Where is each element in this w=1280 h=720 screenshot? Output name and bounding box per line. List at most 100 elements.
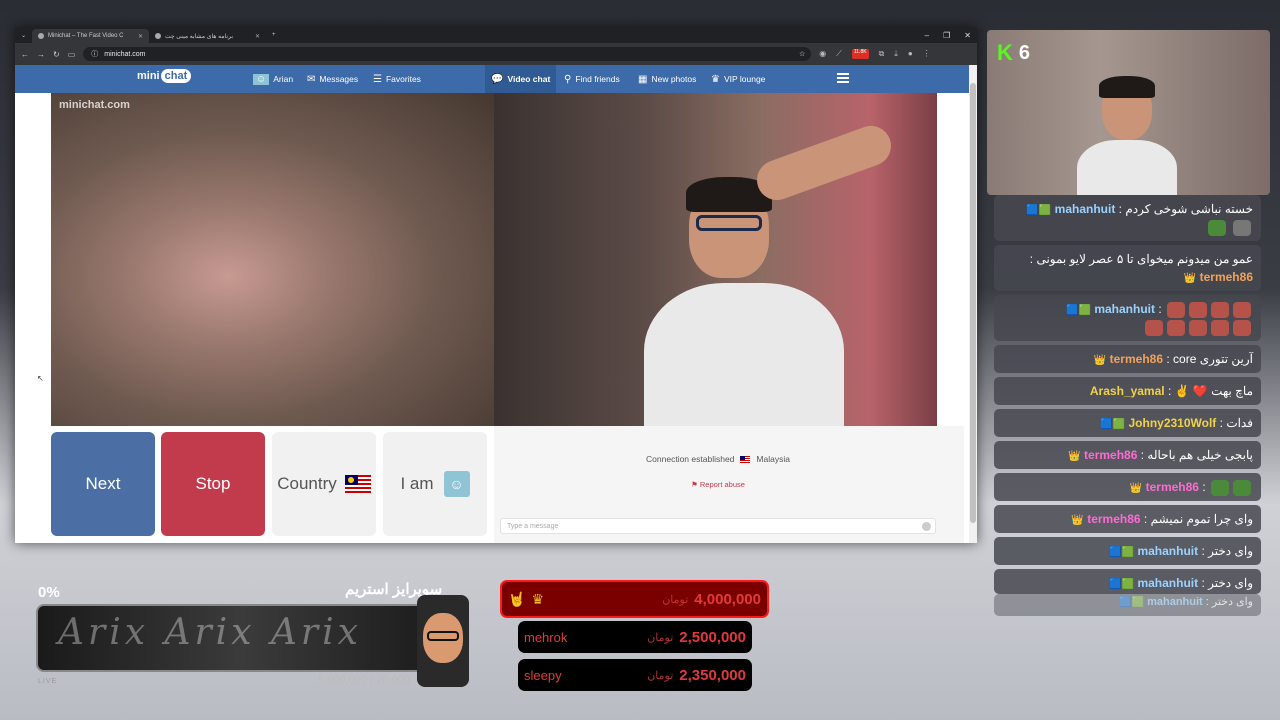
split-icon[interactable]: ▭ <box>68 50 76 59</box>
chat-text: ماچ بهت ❤️ ✌️ <box>1174 384 1253 398</box>
extension-badge[interactable]: 11.8K <box>851 49 869 59</box>
close-window-icon[interactable]: ✕ <box>964 31 971 40</box>
country-button[interactable]: Country <box>272 432 376 536</box>
scroll-thumb[interactable] <box>970 83 976 523</box>
country-label: Country <box>277 474 337 493</box>
crown-badge-icon: 👑 <box>1129 483 1143 494</box>
chat-message: وای دختر : mahanhuit 🟦🟩 <box>994 537 1261 565</box>
chat-username: termeh86 <box>1145 480 1199 494</box>
nav-find-friends[interactable]: ⚲ Find friends <box>564 65 620 93</box>
chat-text: وای دختر <box>1208 544 1253 558</box>
emote-icon <box>1211 301 1229 318</box>
emote-icon <box>1211 479 1229 496</box>
tab-label: Minichat – The Fast Video C <box>48 33 124 39</box>
connection-country: Malaysia <box>756 454 790 464</box>
donor-name: sleepy <box>524 667 562 683</box>
nav-user-profile[interactable]: ☺ Arian <box>253 65 293 93</box>
donor-currency: تومان <box>647 669 674 682</box>
donor-amount: 4,000,000 <box>694 590 761 608</box>
emote-icon <box>1145 319 1163 336</box>
reload-icon[interactable]: ↻ <box>53 50 60 59</box>
mouse-cursor-icon: ↖ <box>37 374 44 383</box>
crown-badge-icon: 👑 <box>1093 355 1107 366</box>
tab-search-icon[interactable]: ⌄ <box>15 32 32 39</box>
crown-badge-icon: 👑 <box>1071 515 1084 526</box>
tab-label: برنامه های مشابه مینی چت <box>165 33 234 40</box>
nav-find-friends-label: Find friends <box>575 74 620 84</box>
gender-button[interactable]: I am ☺ <box>383 432 487 536</box>
emote-icon <box>1211 319 1229 336</box>
page-scrollbar[interactable] <box>969 65 977 543</box>
chat-text: پابجی خیلی هم باحاله <box>1147 448 1253 462</box>
crown-badge-icon: 👑 <box>1183 273 1197 284</box>
chat-message: : termeh86 👑 <box>994 473 1261 501</box>
close-tab-icon[interactable]: ✕ <box>138 33 143 40</box>
report-abuse-link[interactable]: ⚑ Report abuse <box>494 480 942 489</box>
stream-chat: خسته نباشی شوخی کردم : mahanhuit 🟦🟩 عمو … <box>994 195 1261 620</box>
nav-vip-label: VIP lounge <box>723 74 766 84</box>
top-donor-3: sleepy تومان 2,350,000 <box>518 659 752 691</box>
nav-vip-lounge[interactable]: ♛ VIP lounge <box>711 65 765 93</box>
chat-message: خسته نباشی شوخی کردم : mahanhuit 🟦🟩 <box>994 195 1261 241</box>
crown-icon: ♛ <box>711 73 720 85</box>
partner-video: minichat.com <box>51 93 494 426</box>
minimize-icon[interactable]: – <box>925 31 929 40</box>
malaysia-flag-icon <box>344 475 371 493</box>
iam-label: I am <box>400 474 434 493</box>
viewer-count: K 6 <box>997 40 1030 66</box>
nav-new-photos[interactable]: ▦ New photos <box>638 65 696 93</box>
donor-amount: 2,350,000 <box>679 666 746 684</box>
chat-username: mahanhuit <box>1147 596 1203 608</box>
close-tab-icon[interactable]: ✕ <box>255 33 260 40</box>
chat-message: ماچ بهت ❤️ ✌️ : Arash_yamal <box>994 377 1261 405</box>
chat-text: خسته نباشی شوخی کردم <box>1125 202 1253 216</box>
maximize-icon[interactable]: ❐ <box>943 31 950 40</box>
goal-progress-bar: Arix Arix Arix <box>36 604 450 672</box>
nav-favorites[interactable]: ☰ Favorites <box>373 65 421 93</box>
stop-button[interactable]: Stop <box>161 432 265 536</box>
menu-kebab-icon[interactable]: ⋮ <box>923 49 931 59</box>
connection-status: Connection established Malaysia <box>494 454 942 464</box>
bookmark-star-icon[interactable]: ☆ <box>799 50 805 58</box>
new-tab-icon[interactable]: + <box>266 32 282 38</box>
nav-messages[interactable]: ✉ Messages <box>307 65 358 93</box>
user-avatar-icon: ☺ <box>443 471 470 497</box>
chat-username: mahanhuit <box>1054 202 1116 216</box>
emote-icon <box>1233 319 1251 336</box>
minichat-logo[interactable]: mini chat <box>137 69 192 83</box>
extensions-puzzle-icon[interactable]: ⧉ <box>879 49 885 59</box>
emoji-icon[interactable] <box>922 521 931 531</box>
shirt <box>644 283 844 426</box>
tab-similar-apps[interactable]: برنامه های مشابه مینی چت ✕ <box>149 29 266 43</box>
crown-badge-icon: 👑 <box>1068 451 1081 462</box>
logo-text-chat: chat <box>160 69 192 83</box>
browser-window: ⌄ Minichat – The Fast Video C ✕ برنامه ه… <box>15 27 977 543</box>
nav-video-chat[interactable]: 💬 Video chat <box>485 65 557 93</box>
nav-user-label: Arian <box>273 74 294 84</box>
emote-icon <box>1189 319 1207 336</box>
forward-icon[interactable]: → <box>37 50 45 59</box>
tab-minichat[interactable]: Minichat – The Fast Video C ✕ <box>32 29 150 43</box>
message-input[interactable]: Type a message <box>500 518 936 534</box>
watermark: minichat.com <box>59 99 130 111</box>
extension-icon[interactable]: ◉ <box>819 49 826 59</box>
glasses-icon <box>696 215 762 231</box>
emote-icon <box>1189 301 1207 318</box>
extension-icon[interactable]: ⟋ <box>836 49 842 59</box>
site-info-icon[interactable]: ⓘ <box>91 49 98 59</box>
nav-video-chat-label: Video chat <box>507 74 551 84</box>
nav-favorites-label: Favorites <box>385 74 421 84</box>
goal-amount: 5,000,000 / 20,000 <box>318 674 410 686</box>
goal-percent: 0% <box>38 584 60 601</box>
chat-message: وای چرا تموم نمیشم : termeh86 👑 <box>994 505 1261 533</box>
donor-amount: 2,500,000 <box>679 628 746 646</box>
streamer-figure <box>634 120 897 426</box>
back-icon[interactable]: ← <box>21 50 29 59</box>
hamburger-menu-icon[interactable] <box>837 73 849 83</box>
chat-username: mahanhuit <box>1137 576 1199 590</box>
magnifier-icon: ⚲ <box>564 73 572 85</box>
download-icon[interactable]: ⤓ <box>894 49 898 59</box>
profile-avatar-icon[interactable]: ● <box>908 49 913 59</box>
url-input[interactable]: ⓘ minichat.com ☆ <box>83 47 812 61</box>
next-button[interactable]: Next <box>51 432 155 536</box>
